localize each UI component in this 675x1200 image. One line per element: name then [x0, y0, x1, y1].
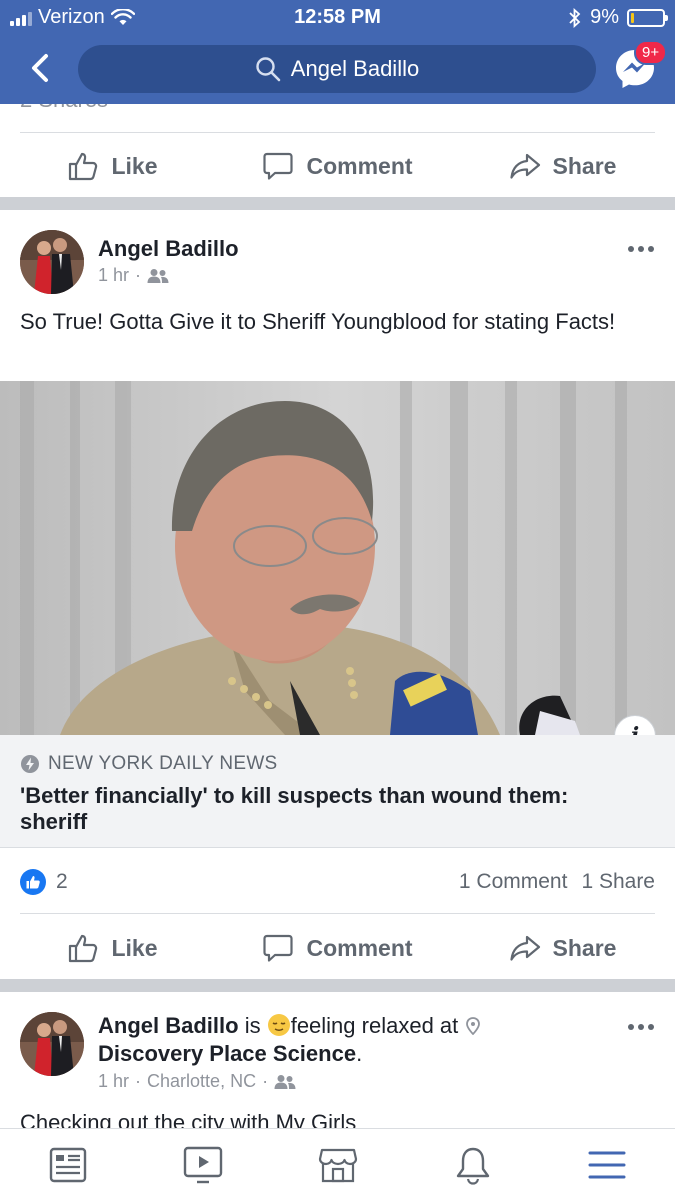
comment-icon: [263, 934, 294, 962]
post-time[interactable]: 1 hr: [98, 265, 129, 286]
battery-fill: [631, 12, 634, 23]
post-author[interactable]: Angel Badillo: [98, 236, 239, 262]
notifications-icon: [456, 1147, 490, 1185]
marketplace-icon: [318, 1148, 358, 1183]
previous-post-actions: Like Comment Share: [0, 134, 675, 198]
comment-label: Comment: [306, 152, 413, 179]
like-reaction-icon: [20, 869, 46, 895]
link-preview[interactable]: NEW YORK DAILY NEWS 'Better financially'…: [0, 735, 675, 848]
share-button[interactable]: Share: [450, 134, 675, 198]
link-source-label: NEW YORK DAILY NEWS: [48, 753, 278, 774]
search-text: Angel Badillo: [290, 56, 420, 81]
feeling-text: feeling relaxed at: [290, 1013, 459, 1038]
bluetooth-icon: [569, 7, 581, 28]
search-input[interactable]: Angel Badillo: [78, 45, 596, 93]
place-suffix: .: [356, 1041, 363, 1066]
comment-icon: [263, 152, 294, 180]
divider: [20, 132, 655, 133]
instant-article-icon: [21, 755, 39, 773]
post2-header: Angel Badillo is feeling relaxed at Disc…: [98, 1012, 618, 1068]
more-options-icon[interactable]: [628, 1024, 658, 1030]
reaction-count: 2: [56, 870, 68, 893]
place-name[interactable]: Discovery Place Science: [98, 1041, 356, 1066]
post-text: So True! Gotta Give it to Sheriff Youngb…: [20, 309, 616, 334]
nav-notifications[interactable]: [451, 1143, 495, 1187]
comment-label: Comment: [306, 934, 413, 961]
nav-menu[interactable]: [585, 1143, 629, 1187]
friends-icon: [274, 1074, 296, 1089]
meta-dot: ·: [135, 265, 142, 285]
avatar[interactable]: [20, 230, 84, 294]
search-icon: [256, 57, 281, 82]
post-text: Checking out the city with My Girls: [20, 1110, 357, 1128]
more-options-icon[interactable]: [628, 246, 658, 252]
avatar-photo: [20, 1012, 84, 1076]
post-separator: [0, 979, 675, 992]
previous-post-shares: 2 Shares: [20, 104, 108, 112]
share-label: Share: [552, 934, 617, 961]
messenger-badge: 9+: [634, 40, 668, 65]
like-button[interactable]: Like: [0, 134, 225, 198]
meta-dot: ·: [135, 1071, 142, 1091]
comment-count[interactable]: 1 Comment: [459, 870, 568, 894]
status-bar: Verizon 12:58 PM 9%: [0, 0, 675, 36]
post-author[interactable]: Angel Badillo: [98, 1013, 239, 1038]
post-actions: Like Comment Share: [0, 916, 675, 980]
comment-button[interactable]: Comment: [225, 916, 450, 980]
post-meta: 1 hr ·: [98, 265, 169, 286]
nav-watch[interactable]: [181, 1143, 225, 1187]
post-location[interactable]: Charlotte, NC: [147, 1071, 256, 1092]
post-separator: [0, 197, 675, 210]
like-button[interactable]: Like: [0, 916, 225, 980]
divider: [20, 913, 655, 914]
bottom-nav: [0, 1128, 675, 1200]
post-time[interactable]: 1 hr: [98, 1071, 129, 1092]
reaction-summary: 2 1 Comment 1 Share: [20, 866, 655, 898]
sheriff-photo: [0, 381, 675, 735]
relaxed-emoji-icon: [267, 1014, 290, 1036]
engagement-counts: 1 Comment 1 Share: [459, 870, 655, 894]
status-right: 9%: [568, 6, 668, 29]
nav-marketplace[interactable]: [316, 1143, 360, 1187]
back-button[interactable]: [22, 50, 58, 86]
battery-percent: 9%: [590, 6, 619, 28]
thumbs-up-icon: [69, 934, 98, 963]
is-text: is: [244, 1013, 261, 1038]
thumbs-up-icon: [69, 152, 98, 181]
battery-icon: [627, 8, 668, 27]
like-label: Like: [111, 934, 158, 961]
news-feed-icon: [49, 1147, 87, 1183]
watch-icon: [183, 1146, 223, 1184]
friends-icon: [147, 268, 169, 283]
share-button[interactable]: Share: [450, 916, 675, 980]
menu-icon: [588, 1151, 626, 1179]
share-label: Share: [552, 152, 617, 179]
share-count[interactable]: 1 Share: [581, 870, 655, 894]
comment-button[interactable]: Comment: [225, 134, 450, 198]
chevron-left-icon: [32, 54, 48, 82]
share-icon: [509, 153, 540, 179]
link-title[interactable]: 'Better financially' to kill suspects th…: [20, 783, 640, 835]
top-bar: Verizon 12:58 PM 9% Angel Badillo 9+: [0, 0, 675, 104]
link-preview-image[interactable]: [0, 381, 675, 735]
link-source: NEW YORK DAILY NEWS: [20, 753, 278, 775]
like-label: Like: [111, 152, 158, 179]
location-pin-icon: [466, 1017, 481, 1036]
avatar[interactable]: [20, 1012, 84, 1076]
avatar-photo: [20, 230, 84, 294]
share-icon: [509, 935, 540, 961]
nav-news-feed[interactable]: [46, 1143, 90, 1187]
thumbs-up-icon: [26, 876, 40, 889]
post-meta: 1 hr · Charlotte, NC ·: [98, 1071, 296, 1092]
reaction-count-group[interactable]: 2: [20, 869, 68, 895]
meta-dot: ·: [262, 1071, 269, 1091]
